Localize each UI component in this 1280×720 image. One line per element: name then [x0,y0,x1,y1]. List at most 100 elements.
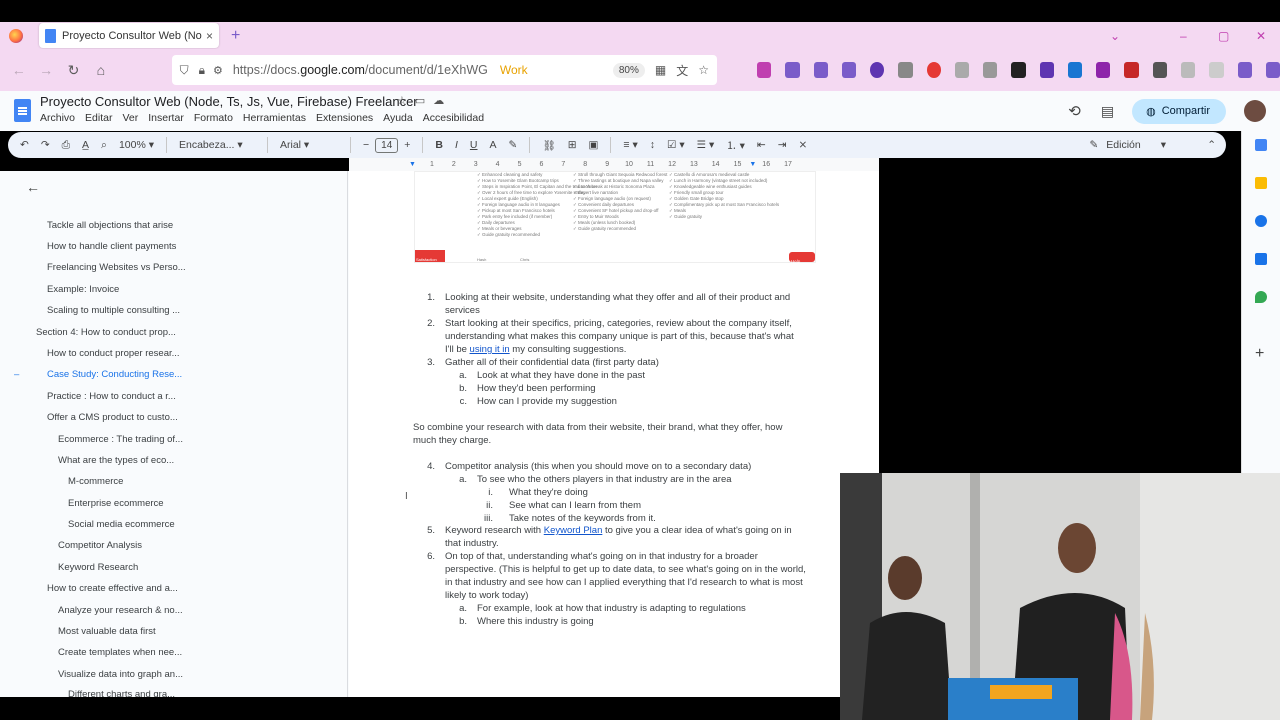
decrease-font-icon[interactable]: − [363,139,369,151]
close-outline-icon[interactable]: ← [26,179,40,195]
checklist-icon[interactable]: ☑ ▾ [667,139,685,151]
zoom-select[interactable]: 100% ▾ [119,139,154,151]
insert-image-icon[interactable]: ▣ [589,139,599,151]
document-title[interactable]: Proyecto Consultor Web (Node, Ts, Js, Vu… [40,94,418,109]
browser-tab-active[interactable]: Proyecto Consultor Web (Node... × [39,23,219,48]
minimize-icon[interactable]: – [1180,22,1187,49]
menu-insertar[interactable]: Insertar [148,112,184,124]
outline-item[interactable]: Competitor Analysis [58,540,142,551]
reload-icon[interactable]: ↻ [63,62,84,79]
extension-new-icon[interactable] [1124,62,1139,78]
menu-extensiones[interactable]: Extensiones [316,112,373,124]
comments-icon[interactable]: ▤ [1101,103,1114,120]
outline-item[interactable]: Most valuable data first [58,626,156,637]
container-tag[interactable]: Work [500,63,528,77]
extension-shield-icon[interactable] [1039,62,1054,78]
menu-ayuda[interactable]: Ayuda [383,112,413,124]
url-bar[interactable]: ⛉ 🔒︎ ⚙ https://docs.google.com/document/… [171,55,718,85]
outline-item[interactable]: How to handle client payments [47,241,176,252]
translate-icon[interactable]: 文 [676,62,688,79]
google-docs-logo[interactable] [14,99,31,122]
sidebar-icon[interactable] [841,62,857,78]
print-icon[interactable]: ⎙ [62,139,70,152]
bullet-list-icon[interactable]: ☰ ▾ [697,139,715,151]
embedded-screenshot-image[interactable]: ✓ Enhanced cleaning and safety ✓ How to … [414,171,816,276]
add-addon-icon[interactable]: + [1255,345,1264,363]
menu-icon[interactable] [1265,62,1280,78]
outline-item[interactable]: Social media ecommerce [68,519,175,530]
horizontal-ruler[interactable]: ▼ 1 2 3 4 5 6 7 8 9 10 11 12 13 14 15 ▼ … [349,158,879,171]
extension-translate-icon[interactable] [1067,62,1083,78]
extension-r-icon[interactable] [954,62,970,78]
adblock-icon[interactable] [926,62,941,78]
spellcheck-icon[interactable]: A̲ [82,139,89,151]
undo-icon[interactable]: ↶ [20,139,29,151]
firefox-icon[interactable] [9,28,23,43]
text-color-icon[interactable]: A [490,139,497,151]
close-tab-icon[interactable]: × [206,29,213,43]
doc-link[interactable]: using it in [470,344,510,355]
right-indent-marker-icon[interactable]: ▼ [749,161,756,168]
align-icon[interactable]: ≡ ▾ [623,139,637,151]
redo-icon[interactable]: ↷ [41,139,50,151]
extension-v-icon[interactable] [983,62,998,78]
outline-item[interactable]: Tackle all objections that arise [47,220,173,231]
paint-format-icon[interactable]: ⌕ [101,139,107,152]
outline-item[interactable]: Visualize data into graph an... [58,669,183,680]
menu-herramientas[interactable]: Herramientas [243,112,306,124]
underline-icon[interactable]: U [470,139,478,151]
link-icon[interactable]: ⛓ [542,139,555,152]
outline-item[interactable]: Keyword Research [58,562,138,573]
clear-formatting-icon[interactable]: ⨯ [799,139,808,151]
extension-off-icon[interactable] [1152,62,1167,78]
outline-item[interactable]: Freelancing Websites vs Perso... [47,262,186,273]
share-button[interactable]: ◍ Compartir [1132,98,1226,124]
library-icon[interactable] [813,62,828,78]
home-icon[interactable]: ⌂ [90,62,111,78]
permissions-icon[interactable]: ⚙ [213,64,223,77]
numbered-list-icon[interactable]: ⒈ ▾ [726,138,745,153]
close-window-icon[interactable]: ✕ [1256,22,1266,49]
extension-icon[interactable] [898,62,913,78]
calendar-icon[interactable] [1255,139,1267,151]
document-page[interactable]: ✓ Enhanced cleaning and safety ✓ How to … [349,171,879,697]
extension-light-icon[interactable] [1209,62,1224,78]
outline-item[interactable]: Different charts and gra... [68,689,175,697]
menu-editar[interactable]: Editar [85,112,112,124]
move-folder-icon[interactable]: ▭ [415,95,433,107]
downloads-icon[interactable] [785,62,800,78]
collapse-menus-icon[interactable]: ⌃ [1207,139,1216,151]
outline-item[interactable]: Create templates when nee... [58,647,182,658]
line-spacing-icon[interactable]: ↕ [650,139,655,151]
increase-font-icon[interactable]: + [404,139,410,151]
italic-icon[interactable]: I [455,139,458,151]
contacts-icon[interactable] [1255,253,1267,265]
outline-item[interactable]: Analyze your research & no... [58,605,183,616]
increase-indent-icon[interactable]: ⇥ [778,139,787,151]
decrease-indent-icon[interactable]: ⇤ [757,139,766,151]
add-comment-icon[interactable]: ⊞ [568,139,577,151]
maximize-icon[interactable]: ▢ [1218,22,1229,49]
list-all-tabs-icon[interactable]: ⌄ [1110,22,1120,49]
editing-mode-select[interactable]: ✎ Edición ▾ [1089,139,1166,151]
star-icon[interactable]: ☆ [397,95,415,107]
outline-item[interactable]: Practice : How to conduct a r... [47,391,176,402]
maps-icon[interactable] [1255,291,1267,303]
outline-item[interactable]: M-commerce [68,476,123,487]
grid-icon[interactable]: ▦ [655,63,666,77]
keyword-plan-link[interactable]: Keyword Plan [544,525,603,536]
extension-purple-icon[interactable] [1096,62,1111,78]
outline-item[interactable]: What are the types of eco... [58,455,174,466]
menu-formato[interactable]: Formato [194,112,233,124]
outline-item[interactable]: How to create effective and a... [47,583,178,594]
shield-icon[interactable]: ⛉ [180,63,189,78]
outline-item-active[interactable]: Case Study: Conducting Rese... [47,369,182,380]
highlight-icon[interactable]: ✎ [509,139,518,151]
outline-item[interactable]: Enterprise ecommerce [68,498,164,509]
avatar[interactable] [1244,100,1266,122]
back-icon[interactable]: ← [8,62,29,78]
indent-marker-icon[interactable]: ▼ [409,161,416,168]
cloud-status-icon[interactable]: ☁ [433,95,452,107]
font-size-input[interactable]: 14 [375,137,399,153]
menu-accesibilidad[interactable]: Accesibilidad [423,112,484,124]
